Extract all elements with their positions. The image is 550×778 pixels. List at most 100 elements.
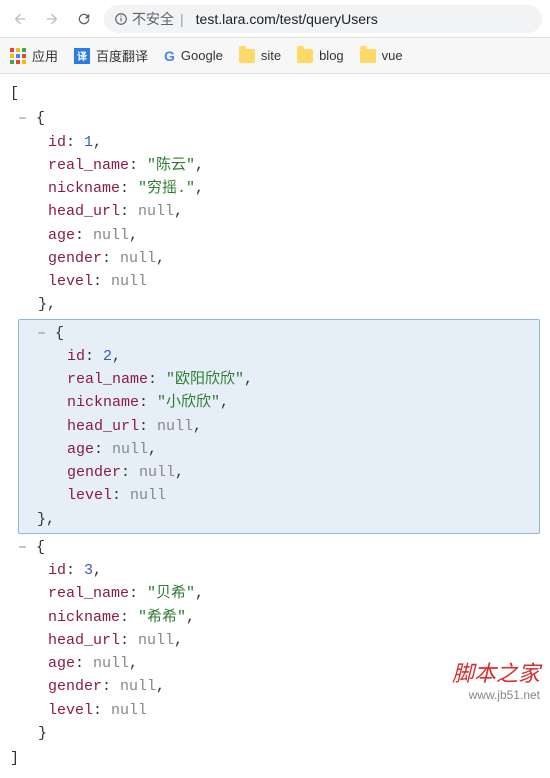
json-key: age <box>67 441 94 458</box>
json-number: 1 <box>84 134 93 151</box>
separator: | <box>180 11 184 27</box>
bookmark-site[interactable]: site <box>239 48 281 63</box>
json-property: head_url: null, <box>48 629 540 652</box>
json-null: null <box>111 702 147 719</box>
json-key: age <box>48 227 75 244</box>
bookmark-label: blog <box>319 48 344 63</box>
json-null: null <box>120 678 156 695</box>
baidu-icon: 译 <box>74 48 90 64</box>
object-close: } <box>37 511 46 528</box>
json-string: "希希" <box>138 609 186 626</box>
json-property: real_name: "欧阳欣欣", <box>67 368 539 391</box>
bookmark-label: vue <box>382 48 403 63</box>
json-property: head_url: null, <box>67 415 539 438</box>
object-close: } <box>38 725 47 742</box>
json-key: gender <box>67 464 121 481</box>
json-key: head_url <box>67 418 139 435</box>
json-key: id <box>48 562 66 579</box>
json-property: head_url: null, <box>48 200 540 223</box>
json-null: null <box>157 418 193 435</box>
info-icon <box>114 12 128 26</box>
json-string: "欧阳欣欣" <box>166 371 244 388</box>
json-null: null <box>111 273 147 290</box>
json-string: "小欣欣" <box>157 394 220 411</box>
forward-button[interactable] <box>40 7 64 31</box>
json-key: nickname <box>48 180 120 197</box>
object-close: } <box>38 296 47 313</box>
browser-toolbar: 不安全 | test.lara.com/test/queryUsers <box>0 0 550 38</box>
json-property: level: null <box>48 270 540 293</box>
json-key: head_url <box>48 203 120 220</box>
json-property: id: 3, <box>48 559 540 582</box>
json-null: null <box>138 203 174 220</box>
back-button[interactable] <box>8 7 32 31</box>
json-null: null <box>112 441 148 458</box>
folder-icon <box>297 49 313 63</box>
json-property: nickname: "希希", <box>48 606 540 629</box>
url-text: test.lara.com/test/queryUsers <box>196 11 378 27</box>
security-indicator: 不安全 <box>114 9 174 29</box>
json-property: id: 1, <box>48 131 540 154</box>
json-object[interactable]: –{id: 3,real_name: "贝希",nickname: "希希",h… <box>10 534 540 747</box>
reload-button[interactable] <box>72 7 96 31</box>
json-property: nickname: "小欣欣", <box>67 391 539 414</box>
bookmark-baidu[interactable]: 译 百度翻译 <box>74 46 148 65</box>
json-key: level <box>67 487 112 504</box>
json-key: real_name <box>67 371 148 388</box>
json-string: "陈云" <box>147 157 195 174</box>
collapse-toggle[interactable]: – <box>18 107 36 130</box>
bookmark-label: Google <box>181 48 223 63</box>
array-close: ] <box>10 747 540 770</box>
bookmark-apps[interactable]: 应用 <box>10 46 58 65</box>
json-property: age: null, <box>67 438 539 461</box>
json-property: real_name: "贝希", <box>48 582 540 605</box>
json-object[interactable]: –{id: 1,real_name: "陈云",nickname: "穷摇.",… <box>10 105 540 318</box>
apps-icon <box>10 48 26 64</box>
json-key: real_name <box>48 585 129 602</box>
bookmark-google[interactable]: G Google <box>164 48 223 64</box>
json-key: gender <box>48 678 102 695</box>
bookmark-label: site <box>261 48 281 63</box>
collapse-toggle[interactable]: – <box>18 536 36 559</box>
json-string: "贝希" <box>147 585 195 602</box>
json-null: null <box>93 655 129 672</box>
json-property: level: null <box>67 484 539 507</box>
json-property: id: 2, <box>67 345 539 368</box>
json-property: age: null, <box>48 224 540 247</box>
json-null: null <box>93 227 129 244</box>
json-string: "穷摇." <box>138 180 195 197</box>
json-key: level <box>48 273 93 290</box>
json-key: level <box>48 702 93 719</box>
object-open: { <box>36 539 45 556</box>
json-key: gender <box>48 250 102 267</box>
object-open: { <box>55 325 64 342</box>
json-key: real_name <box>48 157 129 174</box>
json-null: null <box>120 250 156 267</box>
folder-icon <box>239 49 255 63</box>
json-key: nickname <box>48 609 120 626</box>
watermark: 脚本之家 www.jb51.net <box>452 656 540 702</box>
address-bar[interactable]: 不安全 | test.lara.com/test/queryUsers <box>104 5 542 33</box>
bookmark-label: 应用 <box>32 46 58 65</box>
object-open: { <box>36 110 45 127</box>
collapse-toggle[interactable]: – <box>37 322 55 345</box>
json-property: gender: null, <box>67 461 539 484</box>
bookmark-label: 百度翻译 <box>96 46 148 65</box>
json-key: id <box>48 134 66 151</box>
json-number: 3 <box>84 562 93 579</box>
bookmarks-bar: 应用 译 百度翻译 G Google site blog vue <box>0 38 550 74</box>
bookmark-vue[interactable]: vue <box>360 48 403 63</box>
json-null: null <box>130 487 166 504</box>
json-property: nickname: "穷摇.", <box>48 177 540 200</box>
json-object[interactable]: –{id: 2,real_name: "欧阳欣欣",nickname: "小欣欣… <box>18 319 540 534</box>
json-key: head_url <box>48 632 120 649</box>
json-null: null <box>138 632 174 649</box>
google-icon: G <box>164 48 175 64</box>
bookmark-blog[interactable]: blog <box>297 48 344 63</box>
json-number: 2 <box>103 348 112 365</box>
array-open: [ <box>10 82 540 105</box>
json-key: id <box>67 348 85 365</box>
json-property: gender: null, <box>48 247 540 270</box>
json-null: null <box>139 464 175 481</box>
folder-icon <box>360 49 376 63</box>
